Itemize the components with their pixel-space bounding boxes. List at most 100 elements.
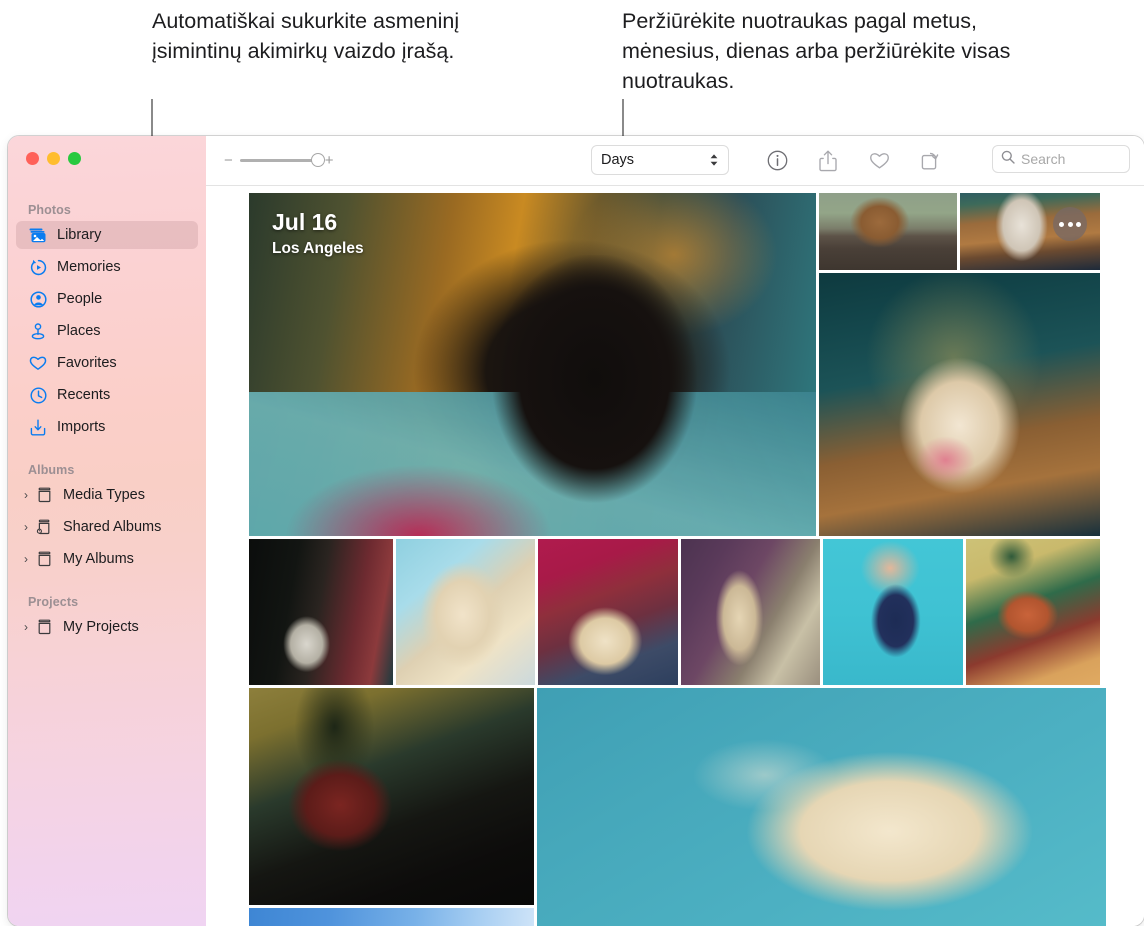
hero-place-label: Los Angeles [272,240,364,257]
sidebar-item-label: Library [57,227,102,243]
photo-thumbnail [819,273,1100,536]
photo-thumbnail [538,539,678,685]
chevron-right-icon[interactable]: › [20,489,32,501]
grouping-popup-value: Days [601,152,635,168]
photo-thumbnail [396,539,535,685]
photo-thumbnail [819,193,957,270]
photo-grid-right-cluster [819,193,1100,536]
clock-icon [28,386,48,404]
photo-windblown-hound[interactable] [537,688,1106,926]
window-controls [8,136,206,165]
sidebar-item-label: Shared Albums [63,519,162,535]
photo-thumbnail [249,908,534,926]
sidebar-item-my-albums[interactable]: › My Albums [16,545,198,573]
slider-track[interactable] [239,153,325,167]
photo-dark-room-plant[interactable] [249,688,534,905]
thumbnail-size-slider[interactable]: − + [224,153,334,168]
zoom-out-label[interactable]: − [224,153,233,168]
zoom-window-button[interactable] [68,152,81,165]
photo-thumbnail [537,688,1106,926]
sidebar-item-people[interactable]: People [16,285,198,313]
shared-album-icon [34,518,54,536]
album-icon [34,486,54,504]
sidebar-item-label: Places [57,323,101,339]
chevron-right-icon[interactable]: › [20,521,32,533]
sidebar-item-library[interactable]: Library [16,221,198,249]
close-window-button[interactable] [26,152,39,165]
photo-grid: Jul 16 Los Angeles [206,186,1144,926]
sidebar-item-label: Media Types [63,487,145,503]
sidebar-item-favorites[interactable]: Favorites [16,349,198,377]
people-icon [28,290,48,308]
toolbar-icon-group [766,136,941,185]
photo-grid-left-column [249,688,534,926]
photo-thumbnail [249,688,534,905]
photo-grid-row [249,688,1144,926]
toolbar: − + Days Search [206,136,1144,186]
photo-afghan-hound-face[interactable] [396,539,535,685]
album-icon [34,550,54,568]
sidebar-item-my-projects[interactable]: › My Projects [16,613,198,641]
sidebar-item-label: People [57,291,103,307]
grouping-popup-button[interactable]: Days [591,145,729,175]
sidebar-item-shared-albums[interactable]: › Shared Albums [16,513,198,541]
sidebar-section-title-photos: Photos [28,203,71,217]
search-placeholder: Search [1021,151,1066,167]
sidebar-item-imports[interactable]: Imports [16,413,198,441]
dot [1067,221,1073,227]
photo-grid-row: Jul 16 Los Angeles [249,193,1144,536]
callout-text-memories: Automatiškai sukurkite asmeninį įsiminti… [152,9,460,63]
heart-icon [28,354,48,372]
import-icon [28,418,48,436]
photo-blue-gradient-strip[interactable] [249,908,534,926]
photo-puppy-on-ledge[interactable] [819,193,957,270]
sidebar-section-title-projects: Projects [28,595,79,609]
album-icon [34,618,54,636]
photo-thumbnail [681,539,820,685]
sidebar-item-media-types[interactable]: › Media Types [16,481,198,509]
search-field[interactable]: Search [992,145,1130,173]
places-pin-icon [28,322,48,340]
library-icon [28,226,48,244]
sidebar-item-places[interactable]: Places [16,317,198,345]
photo-kid-with-hands[interactable] [823,539,963,685]
search-icon [1001,150,1015,169]
sidebar-item-recents[interactable]: Recents [16,381,198,409]
photo-woman-on-sofa[interactable] [966,539,1100,685]
favorite-heart-icon[interactable] [868,150,890,172]
photo-white-dog-dark-room[interactable] [249,539,393,685]
hero-date-overlay: Jul 16 Los Angeles [272,208,364,260]
photos-app-window: Photos Library Memories People Places Fa… [8,136,1144,926]
chevron-right-icon[interactable]: › [20,553,32,565]
minimize-window-button[interactable] [47,152,60,165]
info-icon[interactable] [766,150,788,172]
sidebar-item-label: My Projects [63,619,139,635]
photo-dog-by-curtain[interactable] [681,539,820,685]
sidebar-item-label: Imports [57,419,106,435]
sidebar-item-label: Recents [57,387,111,403]
dot [1076,221,1081,227]
sidebar-section-title-albums: Albums [28,463,75,477]
slider-knob[interactable] [310,153,325,167]
more-options-button[interactable] [1053,207,1087,241]
sidebar-item-label: My Albums [63,551,134,567]
chevron-right-icon[interactable]: › [20,621,32,633]
photo-grid-row [249,539,1144,685]
chevron-up-down-icon [709,153,719,167]
sidebar: Photos Library Memories People Places Fa… [8,136,206,926]
rotate-icon[interactable] [919,150,941,172]
sidebar-item-label: Favorites [57,355,117,371]
callout-text-grouping: Peržiūrėkite nuotraukas pagal metus, mėn… [622,9,1011,93]
share-icon[interactable] [817,150,839,172]
sidebar-item-memories[interactable]: Memories [16,253,198,281]
photo-thumbnail [966,539,1100,685]
main-pane: − + Days Search Jul 16 Los Angeles [206,136,1144,926]
photo-hero-boston-terrier[interactable]: Jul 16 Los Angeles [249,193,816,536]
photo-happy-dog-indoors[interactable] [819,273,1100,536]
photo-thumbnail [249,539,393,685]
memories-icon [28,258,48,276]
hero-date-label: Jul 16 [272,209,338,235]
dot [1059,221,1064,227]
zoom-in-label[interactable]: + [325,153,334,168]
photo-dog-red-room[interactable] [538,539,678,685]
